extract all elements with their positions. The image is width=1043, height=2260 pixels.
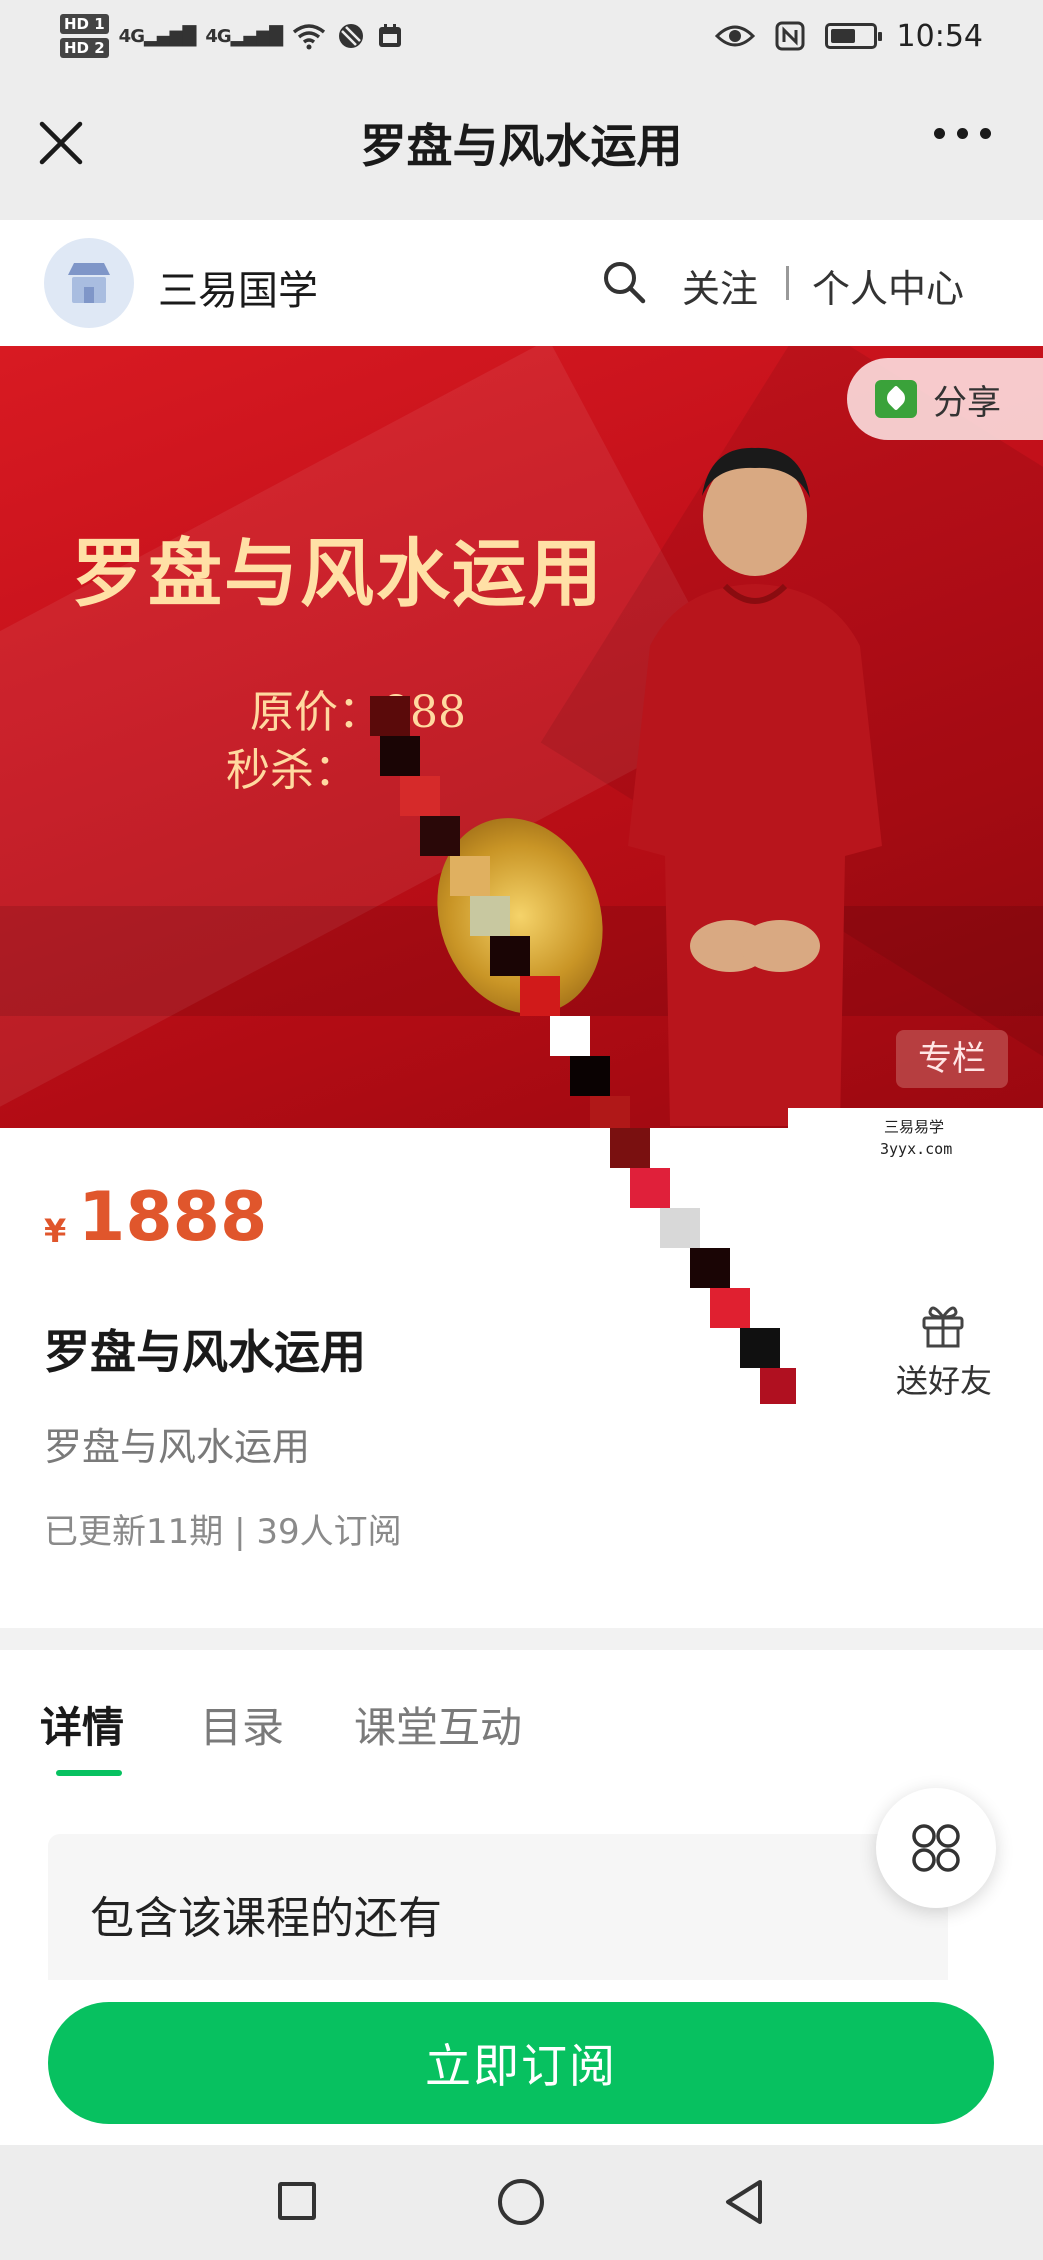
wifi-icon [292,24,326,50]
back-button[interactable] [720,2176,768,2228]
page-title: 罗盘与风水运用 [360,119,683,173]
gift-icon[interactable] [918,1300,968,1350]
mosaic-block [610,1128,650,1168]
network-2-label: 4G [205,25,231,47]
mosaic-block [740,1328,780,1368]
network-1-label: 4G [118,25,145,47]
tab-details[interactable]: 详情 [40,1694,124,1755]
hd-indicators: HD 1 HD 2 [60,14,109,58]
mosaic-block [660,1208,700,1248]
hd2-badge: HD 2 [60,38,109,58]
personal-center-button[interactable]: 个人中心 [812,258,964,313]
store-avatar[interactable] [44,238,134,328]
course-price: 1888 [78,1178,268,1257]
status-bar-right: 10:54 [714,0,983,72]
store-name[interactable]: 三易国学 [158,258,318,316]
battery-level [830,29,855,43]
presenter-image [628,447,882,1126]
section-divider [0,1628,1043,1650]
share-icon [875,380,917,418]
status-bar-left: HD 1 HD 2 4G▂▄▆█ 4G▂▄▆█ [60,8,404,64]
course-banner[interactable]: 罗盘与风水运用 原价：888 秒杀： [0,346,1043,1128]
mosaic-block [760,1368,796,1404]
recent-apps-button[interactable] [278,2182,316,2220]
share-button[interactable]: 分享 [847,358,1043,440]
search-icon[interactable] [600,258,648,306]
nfc-icon [775,21,805,51]
signal-2-icon: 4G▂▄▆█ [205,25,283,47]
more-icon[interactable] [934,128,991,139]
gift-to-friend-button[interactable]: 送好友 [896,1356,992,1402]
mosaic-block [630,1168,670,1208]
home-button[interactable] [498,2179,544,2225]
subscribe-button[interactable]: 立即订阅 [48,2002,994,2124]
banner-original-price: 原价：888 [250,687,466,738]
close-icon[interactable] [36,118,86,168]
tab-interaction[interactable]: 课堂互动 [354,1694,522,1755]
course-subtitle: 罗盘与风水运用 [44,1425,311,1469]
course-title: 罗盘与风水运用 [44,1325,366,1379]
course-meta: 已更新11期 | 39人订阅 [44,1512,402,1552]
mosaic-block [690,1248,730,1288]
hd1-badge: HD 1 [60,14,109,34]
watermark: 三易易学 3yyx.com [788,1108,1043,1178]
column-tag: 专栏 [896,1030,1008,1088]
watermark-line1: 三易易学 [884,1118,945,1136]
currency-symbol: ¥ [44,1212,67,1250]
mosaic-block [710,1288,750,1328]
grid-menu-icon [912,1824,960,1872]
tab-catalog[interactable]: 目录 [200,1694,284,1755]
active-tab-indicator [56,1770,122,1776]
signal-1-icon: 4G▂▄▆█ [118,25,197,47]
included-title: 包含该课程的还有 [90,1893,442,1944]
battery-icon [824,23,882,49]
banner-title: 罗盘与风水运用 [72,531,604,617]
eye-comfort-icon [714,25,755,47]
follow-button[interactable]: 关注 [682,258,758,313]
separator [786,266,789,300]
banner-flash-sale: 秒杀： [226,745,358,796]
watermark-line2: 3yyx.com [880,1140,953,1158]
share-label: 分享 [933,382,1001,423]
clock: 10:54 [896,18,983,54]
vpn-globe-icon [339,24,364,48]
menu-float-button[interactable] [876,1788,996,1908]
store-icon [68,263,110,303]
calendar-icon [379,24,402,47]
